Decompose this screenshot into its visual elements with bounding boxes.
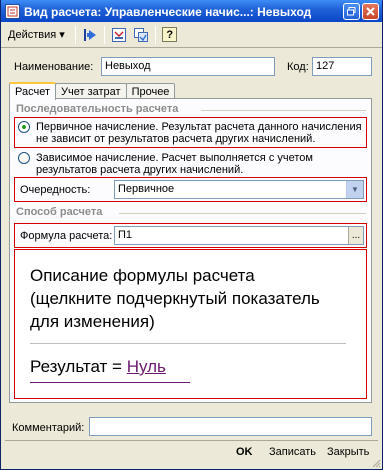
close-icon xyxy=(366,6,375,16)
formula-description-text: Описание формулы расчета (щелкните подче… xyxy=(30,266,320,331)
window-title: Вид расчета: Управленческие начис...: Не… xyxy=(24,4,312,19)
order-label: Очередность: xyxy=(20,184,91,196)
arrow-left-icon xyxy=(83,28,96,41)
group-divider xyxy=(201,110,366,111)
formula-select-button[interactable]: ... xyxy=(348,227,363,244)
result-underline xyxy=(30,382,190,383)
close-button[interactable]: Закрыть xyxy=(327,446,369,458)
group-divider xyxy=(119,213,366,214)
structure-button[interactable] xyxy=(109,25,129,45)
actions-menu[interactable]: Действия ▾ xyxy=(5,26,68,43)
result-line: Результат = Нуль xyxy=(30,355,166,378)
code-label: Код: xyxy=(287,61,309,73)
actions-menu-label: Действия xyxy=(8,29,57,41)
switch-button[interactable] xyxy=(131,25,151,45)
switch-icon xyxy=(133,27,148,42)
formula-field-value: П1 xyxy=(118,229,133,241)
comment-label: Комментарий: xyxy=(12,422,85,434)
document-icon xyxy=(5,3,20,19)
formula-field[interactable]: П1 xyxy=(114,226,364,245)
primary-accrual-radio[interactable] xyxy=(18,121,30,133)
order-select-value: Первичное xyxy=(118,183,175,195)
code-field[interactable]: 127 xyxy=(312,57,372,76)
toolbar-separator xyxy=(103,25,105,44)
description-divider xyxy=(30,343,346,344)
ok-button[interactable]: OK xyxy=(236,446,253,458)
comment-field[interactable] xyxy=(89,417,372,436)
footer-divider xyxy=(5,440,378,441)
restore-icon xyxy=(347,6,356,15)
dropdown-arrow-icon[interactable]: ▼ xyxy=(346,181,363,198)
help-icon: ? xyxy=(162,27,178,42)
restore-button[interactable] xyxy=(343,2,360,20)
tab-calculation[interactable]: Расчет xyxy=(9,82,56,100)
name-field[interactable]: Невыход xyxy=(101,57,275,76)
chevron-down-icon: ▾ xyxy=(59,29,65,41)
dependent-accrual-radio[interactable] xyxy=(18,152,30,164)
resize-grip-icon[interactable] xyxy=(371,458,381,468)
title-bar[interactable]: Вид расчета: Управленческие начис...: Не… xyxy=(1,0,382,22)
dialog-window: Вид расчета: Управленческие начис...: Не… xyxy=(0,0,383,470)
method-group-title: Способ расчета xyxy=(16,206,103,218)
formula-label: Формула расчета: xyxy=(20,230,113,242)
go-to-button[interactable] xyxy=(80,25,100,45)
help-button[interactable]: ? xyxy=(160,25,180,45)
dependent-accrual-text[interactable]: Зависимое начисление. Расчет выполняется… xyxy=(36,152,364,176)
result-link[interactable]: Нуль xyxy=(127,357,166,376)
tab-other[interactable]: Прочее xyxy=(125,83,176,99)
tab-strip: Расчет Учет затрат Прочее xyxy=(9,82,176,100)
tab-cost-accounting[interactable]: Учет затрат xyxy=(55,83,127,99)
sequence-group-title: Последовательность расчета xyxy=(16,103,179,115)
result-prefix: Результат = xyxy=(30,357,127,376)
structure-icon xyxy=(111,27,126,42)
toolbar: Действия ▾ ? xyxy=(1,22,382,48)
toolbar-separator xyxy=(154,25,156,44)
name-label: Наименование: xyxy=(14,61,94,73)
save-button[interactable]: Записать xyxy=(269,446,316,458)
toolbar-separator xyxy=(74,25,76,44)
order-select[interactable]: Первичное xyxy=(114,180,364,199)
close-window-button[interactable] xyxy=(362,2,379,20)
primary-accrual-text[interactable]: Первичное начисление. Результат расчета … xyxy=(36,121,364,145)
